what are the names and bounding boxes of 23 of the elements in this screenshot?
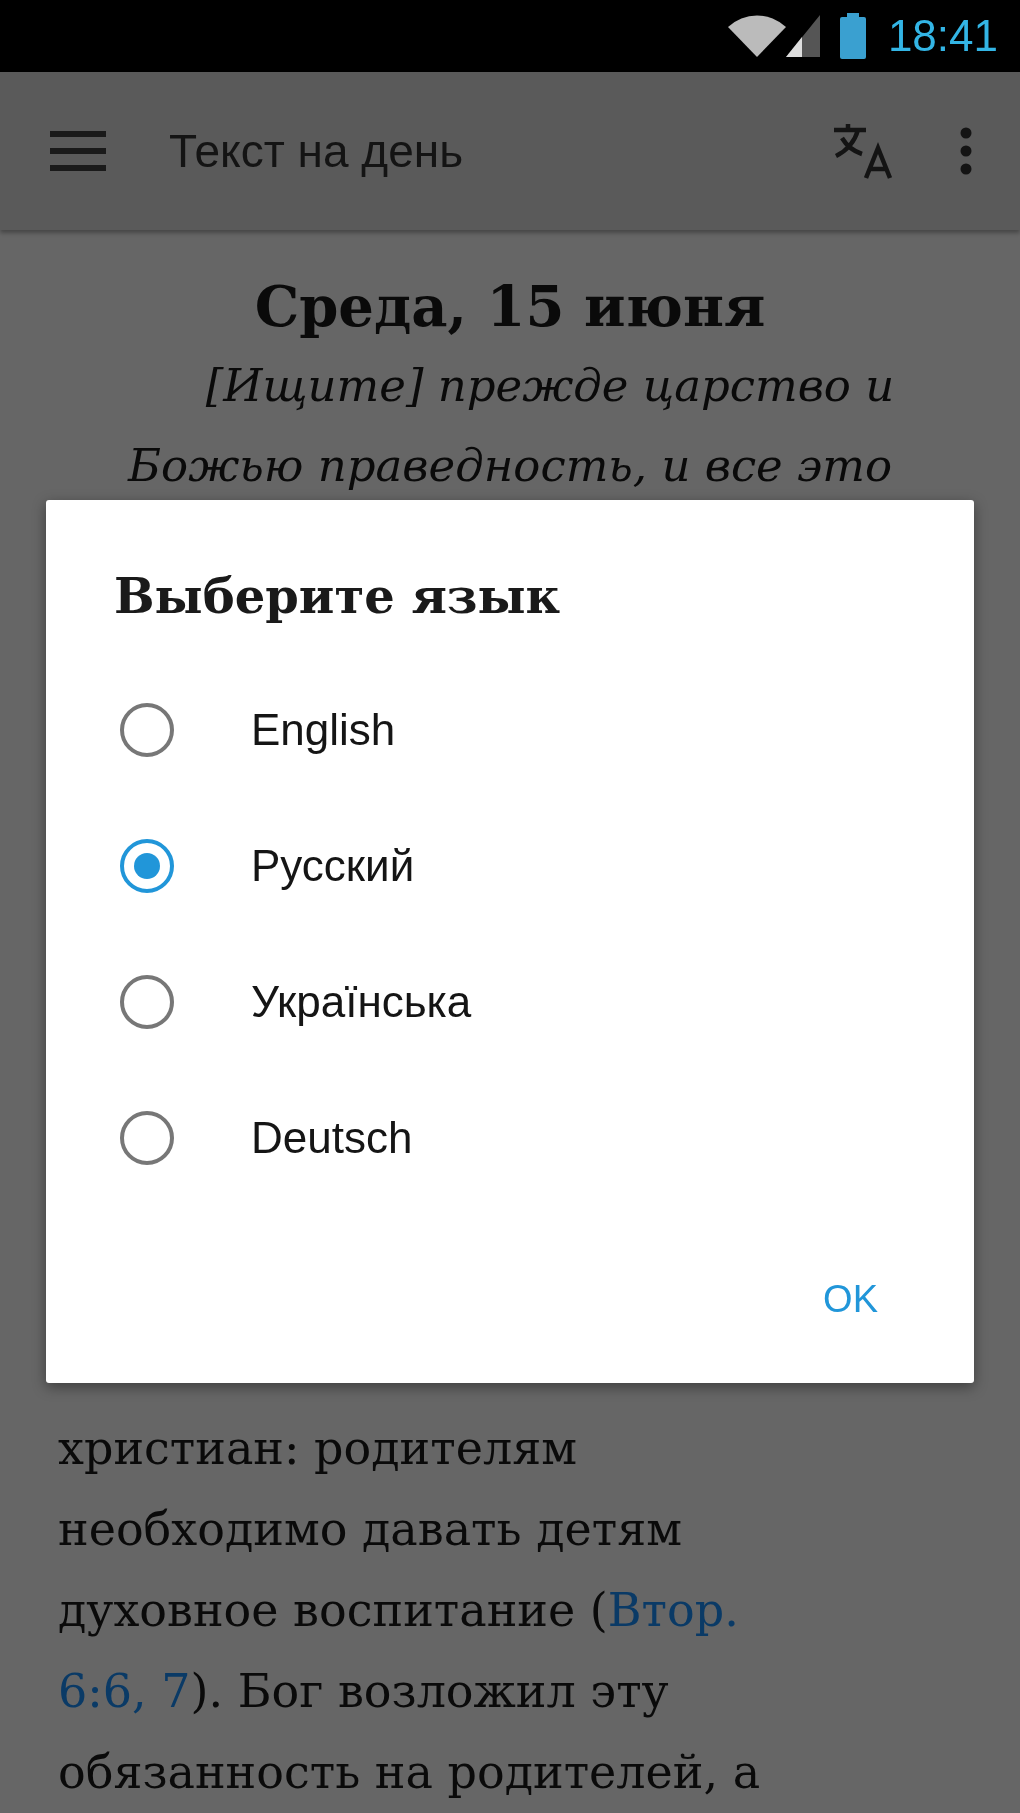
more-options-icon [960,127,972,175]
dialog-title: Выберите язык [114,567,562,626]
translate-button[interactable] [832,122,894,180]
toolbar-title: Текст на день [169,124,465,178]
radio-button[interactable] [120,1111,174,1165]
language-option[interactable]: English [251,705,396,755]
language-option[interactable]: Deutsch [251,1113,413,1163]
language-option[interactable]: Русский [251,841,415,891]
wifi-icon [727,15,786,57]
more-options-button[interactable] [960,127,972,175]
cell-signal-icon [785,15,820,57]
menu-icon [50,131,106,171]
battery-icon [839,13,866,59]
language-option[interactable]: Українська [251,977,472,1027]
radio-button[interactable] [120,839,174,893]
clock-time: 18:41 [887,11,998,61]
translate-icon [832,122,894,180]
commentary-paragraph: христиан: родителям необходимо давать детям духовное воспитание (Втор. 6:6, 7). Бог возложил эту обязанность на родителей, а [58,1420,762,1801]
verse-text: [Ищите] прежде царство и Божью праведность, и все это [126,358,896,494]
radio-button[interactable] [120,703,174,757]
menu-button[interactable] [50,131,106,171]
date-heading: Среда, 15 июня [253,272,767,341]
radio-button[interactable] [120,975,174,1029]
